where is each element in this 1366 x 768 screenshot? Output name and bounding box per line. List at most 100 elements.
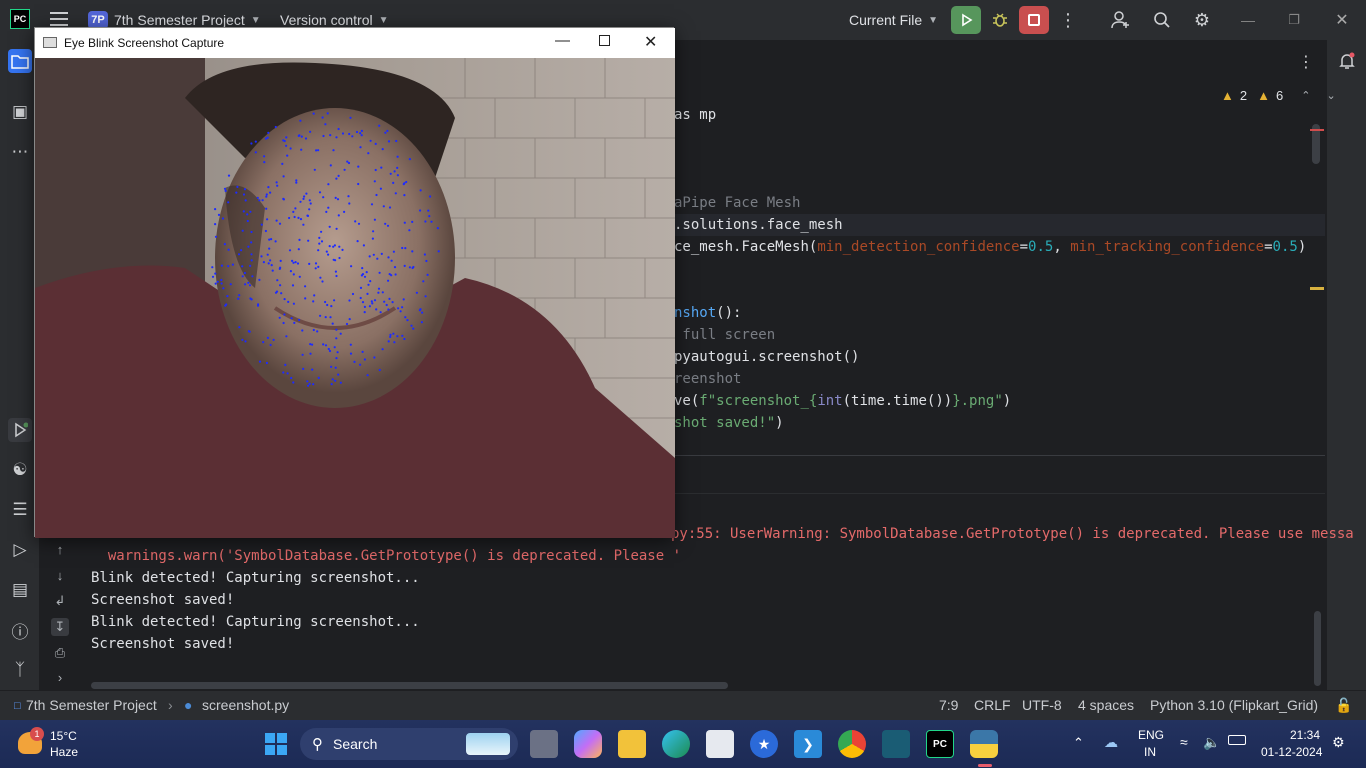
python-taskbar-icon[interactable] [970,730,998,758]
terminal-icon[interactable]: ▤ [8,578,32,602]
code-line[interactable]: reenshot [674,368,741,390]
run-tool-icon[interactable] [8,418,32,442]
camera-window[interactable]: Eye Blink Screenshot Capture — ✕ [34,27,675,538]
wifi-icon[interactable]: ≈ [1180,734,1188,750]
structure-icon[interactable]: ▣ [8,100,32,124]
face-landmark-dot [386,224,390,227]
store-icon[interactable] [706,730,734,758]
camera-window-titlebar[interactable]: Eye Blink Screenshot Capture — ✕ [35,28,675,58]
taskbar-search-box[interactable]: ⚲ Search [300,728,518,760]
problems-icon[interactable]: ⓘ [8,618,32,642]
face-landmark-dot [292,210,295,213]
project-selector[interactable]: 7th Semester Project ▼ [114,12,261,28]
soft-wrap-icon[interactable]: ↲ [51,592,69,610]
python-console-icon[interactable]: ☯ [8,458,32,482]
breadcrumb-file[interactable]: screenshot.py [202,697,289,713]
chevron-down-icon[interactable]: ⌄ [1326,89,1335,102]
close-icon[interactable]: ✕ [644,32,657,52]
face-landmark-dot [317,376,320,379]
run-config-selector[interactable]: Current File ▼ [849,12,938,28]
code-line[interactable]: shot saved!") [674,412,784,434]
more-tools-icon[interactable]: ⋯ [8,140,32,164]
code-line[interactable]: ce_mesh.FaceMesh(min_detection_confidenc… [674,236,1306,258]
task-view-icon[interactable] [530,730,558,758]
arrow-up-icon[interactable]: ↑ [51,540,69,558]
services-icon[interactable]: ▷ [8,538,32,562]
search-icon[interactable] [1149,8,1175,32]
minimize-icon[interactable]: — [1238,8,1258,32]
clock-date[interactable]: 01-12-2024 [1261,745,1322,759]
windows-start-icon[interactable] [262,730,290,758]
face-landmark-dot [292,302,295,305]
face-landmark-dot [380,166,383,169]
pycharm-taskbar-icon[interactable]: PC [926,730,954,758]
mysql-icon[interactable] [882,730,910,758]
code-line[interactable]: pyautogui.screenshot() [674,346,859,368]
notification-center-icon[interactable]: ⚙ [1332,734,1345,751]
rerun-button[interactable] [951,6,981,34]
layers-icon[interactable]: ☰ [8,498,32,522]
warning-stripe-mark[interactable] [1310,287,1324,290]
python-interpreter[interactable]: Python 3.10 (Flipkart_Grid) [1150,697,1318,713]
face-landmark-dot [357,182,360,186]
code-line[interactable]: .solutions.face_mesh [674,214,843,236]
face-landmark-dot [236,185,239,188]
face-landmark-dot [244,340,247,343]
main-menu-icon[interactable] [50,12,68,26]
code-area[interactable]: as mp aPipe Face Mesh .solutions.face_mesh… [674,40,1324,455]
code-line[interactable]: full screen [674,324,775,346]
debug-icon[interactable] [988,8,1012,32]
close-icon[interactable]: ✕ [1332,8,1352,32]
caret-position[interactable]: 7:9 [939,697,958,713]
file-encoding[interactable]: UTF-8 [1022,697,1062,713]
restore-icon[interactable]: ❐ [1284,8,1304,32]
project-folder-icon[interactable] [8,49,32,73]
arrow-down-icon[interactable]: ↓ [51,566,69,584]
git-icon[interactable]: ᛉ [8,658,32,682]
maximize-icon[interactable] [599,35,610,46]
clock-time[interactable]: 21:34 [1290,728,1320,742]
weather-temp[interactable]: 15°C [50,729,77,743]
battery-icon[interactable] [1228,735,1246,745]
onedrive-icon[interactable]: ☁ [1104,734,1118,751]
face-landmark-dot [366,292,369,295]
face-landmark-dot [408,266,411,269]
face-landmark-dot [334,196,337,199]
chrome-icon[interactable] [838,730,866,758]
region-label[interactable]: IN [1144,745,1156,759]
minimize-icon[interactable]: — [555,32,570,49]
face-landmark-dot [419,189,422,192]
print-icon[interactable]: ⎙ [51,644,69,662]
notifications-bell-icon[interactable] [1335,49,1359,73]
indent-setting[interactable]: 4 spaces [1078,697,1134,713]
copilot-icon[interactable] [574,730,602,758]
edge-icon[interactable] [662,730,690,758]
code-line[interactable]: nshot(): [674,302,741,324]
code-line[interactable]: as mp [674,104,716,126]
horizontal-scrollbar[interactable] [91,682,728,689]
code-line[interactable]: ve(f"screenshot_{int(time.time())}.png") [674,390,1011,412]
volume-icon[interactable]: 🔈 [1203,734,1220,751]
weather-desc[interactable]: Haze [50,745,78,759]
face-landmark-dot [286,372,289,375]
vertical-scrollbar[interactable] [1314,611,1321,686]
add-user-icon[interactable] [1108,8,1134,32]
stop-button[interactable] [1019,6,1049,34]
language-label[interactable]: ENG [1138,728,1164,742]
line-separator[interactable]: CRLF [974,697,1011,713]
file-explorer-icon[interactable] [618,730,646,758]
scroll-to-end-icon[interactable]: ↧ [51,618,69,636]
vscode-icon[interactable]: ❯ [794,730,822,758]
error-stripe-mark[interactable] [1310,129,1324,131]
vcs-selector[interactable]: Version control ▼ [280,12,389,28]
breadcrumb-project[interactable]: 7th Semester Project [26,697,157,713]
code-token: full screen [674,327,776,343]
lock-icon[interactable]: 🔓 [1335,697,1352,714]
expand-icon[interactable]: › [51,668,69,686]
more-actions-icon[interactable]: ⋮ [1058,8,1078,32]
settings-gear-icon[interactable]: ⚙ [1189,8,1215,32]
chevron-down-icon: ▼ [928,14,939,26]
tray-overflow-icon[interactable]: ⌃ [1073,735,1084,751]
app-icon[interactable]: ★ [750,730,778,758]
code-line[interactable]: aPipe Face Mesh [674,192,800,214]
